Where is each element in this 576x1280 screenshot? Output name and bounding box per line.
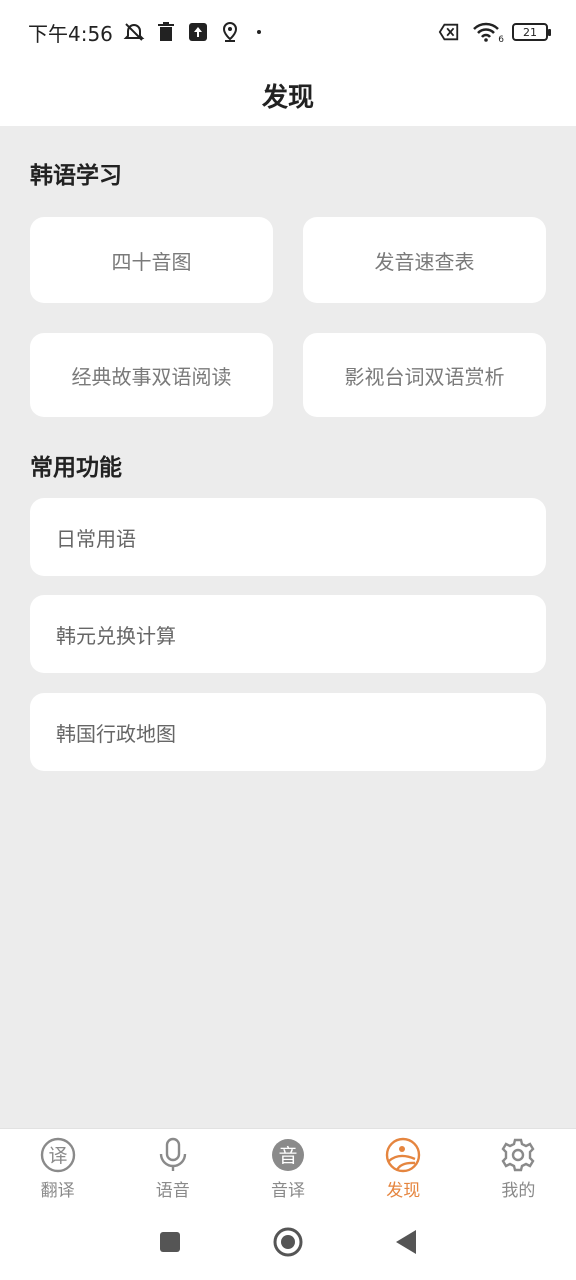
discover-icon bbox=[384, 1136, 422, 1174]
tab-profile[interactable]: 我的 bbox=[461, 1129, 576, 1208]
wifi-icon: 6 bbox=[472, 21, 504, 45]
tab-discover[interactable]: 发现 bbox=[346, 1129, 461, 1208]
card-label: 四十音图 bbox=[111, 249, 192, 274]
tab-voice[interactable]: 语音 bbox=[115, 1129, 230, 1208]
section-title-common-functions: 常用功能 bbox=[30, 455, 122, 481]
upload-icon bbox=[187, 21, 209, 43]
section-title-korean-learning: 韩语学习 bbox=[30, 163, 122, 189]
bottom-tab-bar: 译 翻译 语音 音 音译 发现 我的 bbox=[0, 1128, 576, 1208]
tab-transliterate[interactable]: 音 音译 bbox=[230, 1129, 345, 1208]
tab-label: 发现 bbox=[386, 1181, 421, 1201]
square-icon bbox=[160, 1232, 180, 1252]
mute-bell-icon bbox=[123, 21, 145, 43]
back-triangle-icon bbox=[396, 1230, 416, 1254]
wifi-sub-label: 6 bbox=[498, 35, 504, 45]
translate-icon: 译 bbox=[39, 1136, 77, 1174]
system-nav-bar bbox=[0, 1208, 576, 1280]
status-left: 下午4:56 bbox=[28, 18, 261, 47]
transliterate-icon: 音 bbox=[269, 1136, 307, 1174]
list-item-korea-map[interactable]: 韩国行政地图 bbox=[30, 693, 546, 771]
card-hangul-chart[interactable]: 四十音图 bbox=[30, 217, 273, 303]
tab-label: 语音 bbox=[155, 1181, 190, 1201]
trash-icon bbox=[155, 21, 177, 43]
title-bar: 发现 bbox=[0, 64, 576, 126]
home-circle-icon bbox=[273, 1227, 303, 1257]
card-pronunciation-table[interactable]: 发音速查表 bbox=[303, 217, 546, 303]
tab-label: 音译 bbox=[271, 1181, 305, 1201]
list-item-daily-phrases[interactable]: 日常用语 bbox=[30, 498, 546, 576]
page-title: 发现 bbox=[261, 82, 314, 113]
back-button[interactable] bbox=[394, 1229, 418, 1259]
status-time: 下午4:56 bbox=[28, 21, 113, 46]
battery-level: 21 bbox=[523, 25, 537, 39]
list-item-label: 日常用语 bbox=[56, 526, 136, 551]
location-icon bbox=[219, 21, 241, 43]
status-right: 6 21 bbox=[438, 21, 551, 45]
list-item-label: 韩元兑换计算 bbox=[56, 623, 176, 648]
card-bilingual-stories[interactable]: 经典故事双语阅读 bbox=[30, 333, 273, 417]
gear-icon bbox=[499, 1136, 537, 1174]
card-label: 发音速查表 bbox=[374, 249, 475, 274]
microphone-icon bbox=[154, 1136, 192, 1174]
recents-button[interactable] bbox=[158, 1230, 182, 1258]
no-sim-icon bbox=[438, 21, 460, 43]
translate-glyph: 译 bbox=[48, 1145, 67, 1167]
home-button[interactable] bbox=[272, 1226, 304, 1262]
list-item-label: 韩国行政地图 bbox=[56, 721, 176, 746]
list-item-currency-converter[interactable]: 韩元兑换计算 bbox=[30, 595, 546, 673]
card-movie-lines[interactable]: 影视台词双语赏析 bbox=[303, 333, 546, 417]
card-label: 影视台词双语赏析 bbox=[344, 364, 505, 389]
transliterate-glyph: 音 bbox=[278, 1145, 297, 1167]
status-bar: 下午4:56 6 21 bbox=[0, 0, 576, 64]
card-label: 经典故事双语阅读 bbox=[71, 364, 232, 389]
tab-translate[interactable]: 译 翻译 bbox=[0, 1129, 115, 1208]
tab-label: 我的 bbox=[501, 1181, 536, 1201]
tab-label: 翻译 bbox=[40, 1181, 75, 1201]
notification-dot-icon bbox=[256, 30, 261, 34]
battery-icon: 21 bbox=[512, 23, 551, 41]
